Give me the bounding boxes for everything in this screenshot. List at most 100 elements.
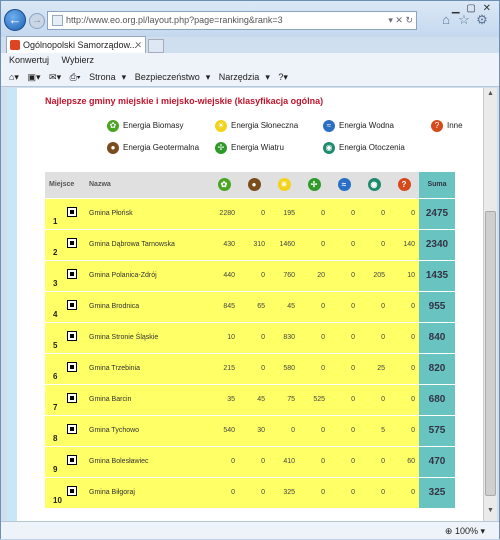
sum-cell: 2340 (419, 229, 455, 261)
sun-icon: ☀ (277, 178, 291, 192)
value-cell: 0 (299, 446, 329, 478)
value-cell: 0 (209, 477, 239, 509)
favorite-konwertuj[interactable]: Konwertuj (9, 55, 49, 65)
scroll-thumb[interactable] (485, 211, 496, 496)
vertical-scrollbar[interactable]: ▲ ▼ (483, 88, 497, 521)
table-row: 2 Gmina Dąbrowa Tarnowska 430 310 1460 0 0 0 140… (45, 229, 455, 261)
value-cell: 10 (389, 260, 419, 292)
col-sum: Suma (419, 172, 455, 199)
details-icon[interactable] (67, 454, 77, 465)
value-cell: 0 (299, 477, 329, 509)
col-biomass: ✿ (209, 172, 239, 199)
place-cell: 9 (45, 446, 85, 478)
name-cell: Gmina Barcin (85, 384, 209, 416)
value-cell: 1460 (269, 229, 299, 261)
browser-tab[interactable]: Ogólnopolski Samorządow... ✕ (6, 36, 146, 54)
value-cell: 525 (299, 384, 329, 416)
value-cell: 0 (359, 384, 389, 416)
details-icon[interactable] (67, 268, 77, 279)
value-cell: 0 (299, 229, 329, 261)
value-cell: 0 (359, 446, 389, 478)
command-bar: ⌂▾ ▣▾ ✉▾ ⎙▾ Strona ▾ Bezpieczeństwo ▾ Narz… (1, 67, 499, 87)
forward-button[interactable]: → (29, 13, 45, 29)
value-cell: 410 (269, 446, 299, 478)
details-icon[interactable] (67, 237, 77, 248)
details-icon[interactable] (67, 330, 77, 341)
print-icon[interactable]: ⎙▾ (70, 72, 81, 82)
details-icon[interactable] (67, 423, 77, 434)
value-cell: 10 (209, 322, 239, 354)
ranking-heading: Najlepsze gminy miejskie i miejsko-wiejs… (45, 96, 324, 106)
value-cell: 0 (329, 322, 359, 354)
sum-cell: 1435 (419, 260, 455, 292)
favorite-wybierz[interactable]: Wybierz (62, 55, 94, 65)
menu-narzedzia[interactable]: Narzędzia (219, 72, 260, 82)
col-solar: ☀ (269, 172, 299, 199)
value-cell: 215 (209, 353, 239, 385)
feeds-icon[interactable]: ▣▾ (27, 72, 40, 82)
table-row: 7 Gmina Barcin 35 45 75 525 0 0 0 680 (45, 384, 455, 416)
sum-cell: 2475 (419, 198, 455, 230)
wind-icon: ✢ (215, 142, 227, 154)
col-wind: ✢ (299, 172, 329, 199)
value-cell: 205 (359, 260, 389, 292)
scroll-down-icon[interactable]: ▼ (485, 507, 496, 519)
home-icon[interactable]: ⌂ (439, 13, 453, 27)
details-icon[interactable] (67, 392, 77, 403)
biomass-icon: ✿ (107, 120, 119, 132)
tab-title: Ogólnopolski Samorządow... (23, 40, 138, 50)
value-cell: 0 (389, 415, 419, 447)
page-viewport: Najlepsze gminy miejskie i miejsko-wiejs… (7, 88, 483, 521)
value-cell: 0 (329, 198, 359, 230)
value-cell: 0 (389, 477, 419, 509)
favorites-star-icon[interactable]: ☆ (457, 13, 471, 27)
value-cell: 310 (239, 229, 269, 261)
biomass-icon: ✿ (217, 178, 231, 192)
settings-gear-icon[interactable]: ⚙ (475, 13, 489, 27)
table-row: 9 Gmina Bolesławiec 0 0 410 0 0 0 60 470 (45, 446, 455, 478)
col-name: Nazwa (85, 172, 209, 199)
back-button[interactable]: ← (4, 9, 26, 31)
name-cell: Gmina Bolesławiec (85, 446, 209, 478)
home-cmd-icon[interactable]: ⌂▾ (9, 72, 19, 82)
site-favicon-icon (10, 40, 20, 50)
value-cell: 0 (329, 229, 359, 261)
details-icon[interactable] (67, 299, 77, 310)
details-icon[interactable] (67, 206, 77, 217)
zoom-level[interactable]: ⊕ 100% ▾ (445, 522, 485, 540)
question-icon: ? (431, 120, 443, 132)
legend-environment: ◉ Energia Otoczenia (323, 142, 405, 154)
col-other: ? (389, 172, 419, 199)
close-tab-icon[interactable]: ✕ (134, 37, 142, 54)
place-cell: 4 (45, 291, 85, 323)
legend-solar: ☀ Energia Słoneczna (215, 120, 298, 132)
table-row: 10 Gmina Biłgoraj 0 0 325 0 0 0 0 325 (45, 477, 455, 509)
table-row: 8 Gmina Tychowo 540 30 0 0 0 5 0 575 (45, 415, 455, 447)
value-cell: 0 (329, 446, 359, 478)
details-icon[interactable] (67, 485, 77, 496)
help-icon[interactable]: ?▾ (278, 72, 288, 82)
details-icon[interactable] (67, 361, 77, 372)
value-cell: 325 (269, 477, 299, 509)
value-cell: 30 (239, 415, 269, 447)
value-cell: 0 (359, 198, 389, 230)
value-cell: 760 (269, 260, 299, 292)
value-cell: 830 (269, 322, 299, 354)
value-cell: 140 (389, 229, 419, 261)
mail-icon[interactable]: ✉▾ (49, 72, 61, 82)
value-cell: 0 (359, 477, 389, 509)
page-icon (52, 15, 63, 26)
menu-bezpieczenstwo[interactable]: Bezpieczeństwo (135, 72, 200, 82)
value-cell: 0 (239, 477, 269, 509)
address-tools[interactable]: ▾ ✕ ↻ (388, 12, 413, 29)
value-cell: 0 (239, 353, 269, 385)
value-cell: 0 (329, 477, 359, 509)
place-cell: 1 (45, 198, 85, 230)
address-bar[interactable]: http://www.eo.org.pl/layout.php?page=ran… (47, 11, 417, 30)
menu-strona[interactable]: Strona (89, 72, 116, 82)
scroll-up-icon[interactable]: ▲ (485, 90, 496, 102)
col-geothermal: ● (239, 172, 269, 199)
new-tab-button[interactable] (148, 39, 164, 53)
name-cell: Gmina Biłgoraj (85, 477, 209, 509)
sum-cell: 840 (419, 322, 455, 354)
